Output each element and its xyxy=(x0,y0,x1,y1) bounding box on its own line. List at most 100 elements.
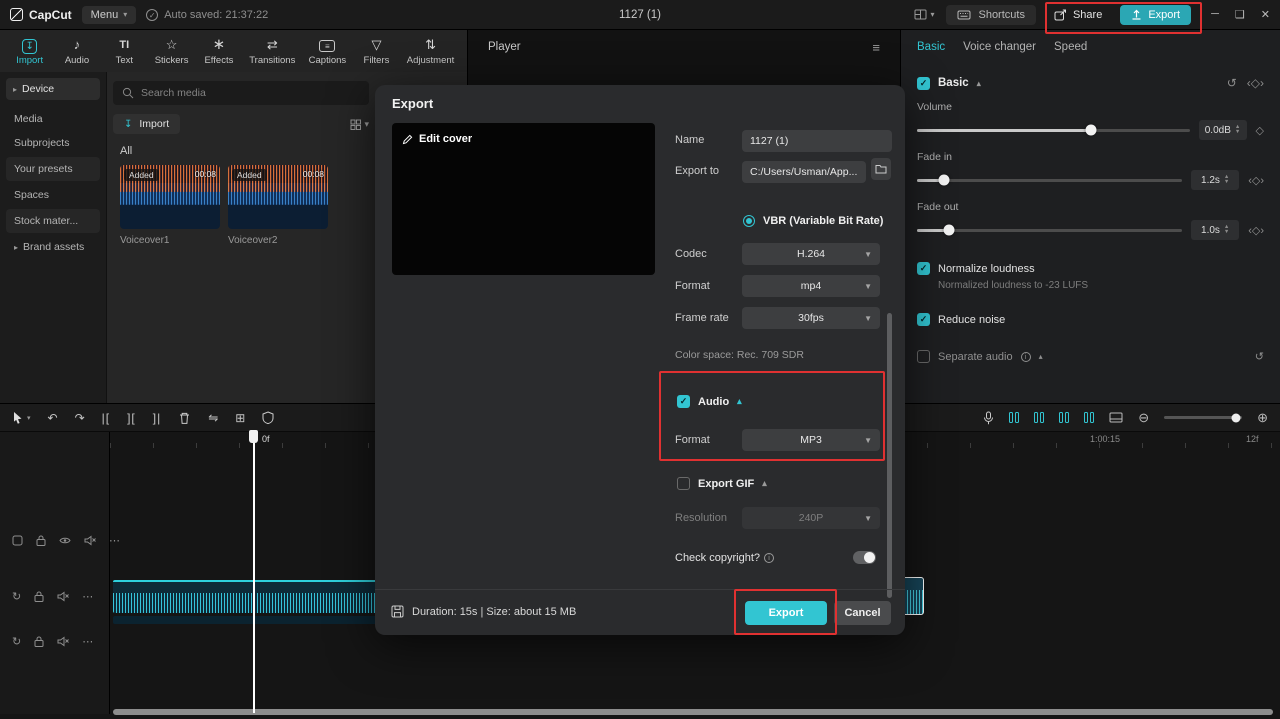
export-path-input[interactable] xyxy=(742,161,866,183)
ribbon-item-effects[interactable]: ∗ Effects xyxy=(202,36,236,66)
search-input[interactable] xyxy=(141,87,360,99)
collapse-up-icon[interactable]: ▴ xyxy=(762,478,767,489)
cancel-button[interactable]: Cancel xyxy=(834,601,891,625)
edit-cover-button[interactable]: Edit cover xyxy=(402,133,645,145)
reduce-noise-checkbox[interactable]: ✓ xyxy=(917,313,930,326)
ribbon-item-captions[interactable]: ≡ Captions xyxy=(309,37,346,66)
eye-icon[interactable] xyxy=(59,536,71,545)
ribbon-item-stickers[interactable]: ☆ Stickers xyxy=(155,37,189,66)
vbr-radio-row[interactable]: VBR (Variable Bit Rate) xyxy=(743,215,883,227)
share-button[interactable]: Share xyxy=(1048,5,1108,25)
export-button-titlebar[interactable]: Export xyxy=(1120,4,1192,25)
stepper-icons[interactable]: ▲ ▼ xyxy=(1235,124,1240,135)
ribbon-item-filters[interactable]: ▽ Filters xyxy=(359,37,393,66)
collapse-up-icon[interactable]: ▴ xyxy=(1039,352,1043,361)
fade-out-value-box[interactable]: 1.0s ▲ ▼ xyxy=(1191,220,1240,240)
reset-icon[interactable]: ↺ xyxy=(1227,76,1237,90)
lock-icon[interactable] xyxy=(34,591,44,602)
loop-icon[interactable]: ↻ xyxy=(12,635,21,648)
loop-icon[interactable]: ↻ xyxy=(12,590,21,603)
media-clip-voiceover1[interactable]: Added 00:08 Voiceover1 xyxy=(120,165,220,246)
ribbon-item-transitions[interactable]: ⇄ Transitions xyxy=(249,37,295,66)
player-menu-icon[interactable]: ≡ xyxy=(872,40,880,55)
layout-switcher-button[interactable]: ▾ xyxy=(914,9,934,20)
volume-slider[interactable] xyxy=(917,124,1190,136)
resolution-select[interactable]: 240P ▼ xyxy=(742,507,880,529)
lock-icon[interactable] xyxy=(36,535,46,546)
lock-icon[interactable] xyxy=(34,636,44,647)
sidebar-item-spaces[interactable]: Spaces xyxy=(6,183,100,207)
format-select[interactable]: mp4 ▼ xyxy=(742,275,880,297)
tab-speed[interactable]: Speed xyxy=(1054,41,1087,53)
ribbon-item-text[interactable]: TI Text xyxy=(107,37,141,66)
collapse-up-icon[interactable]: ▴ xyxy=(737,396,742,407)
reset-icon[interactable]: ↺ xyxy=(1255,350,1264,363)
keyframe-icon[interactable]: ‹◇› xyxy=(1248,174,1264,187)
fade-out-slider[interactable] xyxy=(917,224,1183,236)
audio-format-select[interactable]: MP3 ▼ xyxy=(742,429,880,451)
radio-selected-icon[interactable] xyxy=(743,215,755,227)
shortcuts-button[interactable]: Shortcuts xyxy=(946,4,1036,25)
crop-button[interactable]: ⊞ xyxy=(235,411,245,425)
sidebar-item-your-presets[interactable]: Your presets xyxy=(6,157,100,181)
menu-button[interactable]: Menu ▾ xyxy=(81,5,137,24)
frame-rate-select[interactable]: 30fps ▼ xyxy=(742,307,880,329)
audio-tool-icon-3[interactable] xyxy=(1059,412,1070,423)
split-button[interactable]: ][ xyxy=(127,411,136,425)
zoom-out-icon[interactable]: ⊖ xyxy=(1138,410,1149,426)
name-input[interactable] xyxy=(742,130,892,152)
volume-value-box[interactable]: 0.0dB ▲ ▼ xyxy=(1198,120,1247,140)
timeline-zoom-slider[interactable] xyxy=(1164,413,1243,422)
preview-axis-button[interactable] xyxy=(1109,412,1123,423)
fade-in-value-box[interactable]: 1.2s ▲ ▼ xyxy=(1191,170,1240,190)
redo-button[interactable]: ↷ xyxy=(75,411,85,425)
stepper-icons[interactable]: ▲ ▼ xyxy=(1224,224,1229,235)
delete-button[interactable] xyxy=(178,411,191,425)
select-tool-button[interactable]: ▾ xyxy=(12,411,31,424)
playhead-handle[interactable] xyxy=(249,430,258,443)
fade-in-slider[interactable] xyxy=(917,174,1183,186)
export-gif-row[interactable]: Export GIF ▴ xyxy=(677,477,767,490)
maximize-button[interactable]: ❑ xyxy=(1235,8,1245,21)
keyframe-icon[interactable]: ‹◇› xyxy=(1248,224,1264,237)
collapse-up-icon[interactable]: ▴ xyxy=(977,79,981,88)
sidebar-item-stock-materials[interactable]: Stock mater... xyxy=(6,209,100,233)
sidebar-item-subprojects[interactable]: Subprojects xyxy=(6,131,100,155)
mirror-button[interactable]: ⇋ xyxy=(208,411,218,425)
mute-speaker-icon[interactable] xyxy=(57,636,70,647)
separate-audio-checkbox[interactable] xyxy=(917,350,930,363)
split-left-button[interactable]: |[ xyxy=(102,411,110,425)
dialog-scrollbar[interactable] xyxy=(887,313,892,598)
codec-select[interactable]: H.264 ▼ xyxy=(742,243,880,265)
more-options-icon[interactable]: ⋯ xyxy=(109,534,120,547)
stepper-icons[interactable]: ▲ ▼ xyxy=(1224,174,1229,185)
export-confirm-button[interactable]: Export xyxy=(745,601,827,625)
tab-basic[interactable]: Basic xyxy=(917,41,945,53)
view-mode-button[interactable]: ▾ xyxy=(350,119,369,130)
ribbon-item-import[interactable]: ↧ Import xyxy=(13,37,47,66)
keyframe-icon[interactable]: ‹◇› xyxy=(1247,76,1264,90)
audio-checkbox[interactable]: ✓ xyxy=(677,395,690,408)
timeline-horizontal-scrollbar[interactable] xyxy=(113,709,1273,715)
audio-checkbox-row[interactable]: ✓ Audio ▴ xyxy=(677,395,742,408)
keyframe-icon[interactable]: ◇ xyxy=(1256,124,1264,137)
sidebar-item-device[interactable]: ▸ Device xyxy=(6,78,100,100)
import-media-button[interactable]: ↧ Import xyxy=(113,114,181,134)
export-gif-checkbox[interactable] xyxy=(677,477,690,490)
media-clip-voiceover2[interactable]: Added 00:08 Voiceover2 xyxy=(228,165,328,246)
more-options-icon[interactable]: ⋯ xyxy=(82,635,93,648)
mute-speaker-icon[interactable] xyxy=(57,591,70,602)
record-voiceover-button[interactable] xyxy=(983,411,994,425)
zoom-in-icon[interactable]: ⊕ xyxy=(1257,410,1268,426)
normalize-checkbox[interactable]: ✓ xyxy=(917,262,930,275)
ribbon-item-audio[interactable]: ♪ Audio xyxy=(60,37,94,66)
sidebar-item-brand-assets[interactable]: ▸ Brand assets xyxy=(6,235,100,259)
audio-tool-icon-1[interactable] xyxy=(1009,412,1020,423)
tab-voice-changer[interactable]: Voice changer xyxy=(963,41,1036,53)
copyright-toggle[interactable] xyxy=(853,551,876,564)
mask-button[interactable] xyxy=(262,411,274,424)
undo-button[interactable]: ↶ xyxy=(48,411,58,425)
more-options-icon[interactable]: ⋯ xyxy=(82,590,93,603)
ribbon-item-adjustment[interactable]: ⇅ Adjustment xyxy=(407,37,455,66)
mute-speaker-icon[interactable] xyxy=(84,535,96,546)
